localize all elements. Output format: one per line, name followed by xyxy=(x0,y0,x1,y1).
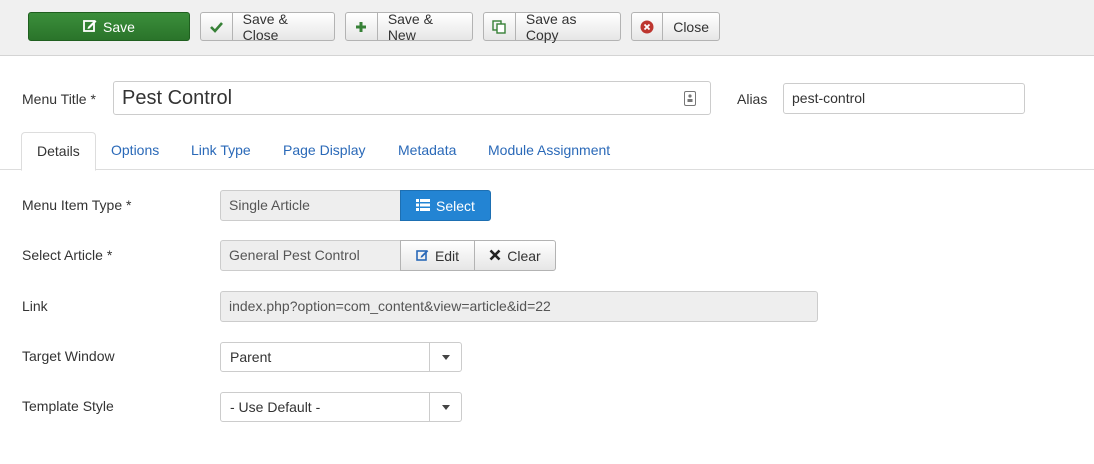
caret-down-icon xyxy=(429,343,461,371)
link-label: Link xyxy=(22,298,48,314)
caret-down-icon xyxy=(429,393,461,421)
select-button[interactable]: Select xyxy=(400,190,491,221)
tab-page-display-label: Page Display xyxy=(283,142,366,158)
alias-value: pest-control xyxy=(792,90,866,106)
id-card-icon xyxy=(684,91,696,106)
menu-title-value: Pest Control xyxy=(122,87,233,109)
save-label: Save xyxy=(103,18,135,35)
clear-button[interactable]: Clear xyxy=(474,240,556,271)
tab-options-label: Options xyxy=(111,142,160,158)
close-button[interactable]: Close xyxy=(631,12,720,41)
close-circle-icon xyxy=(632,13,664,40)
menu-item-type-value: Single Article xyxy=(229,197,310,213)
plus-icon xyxy=(346,13,378,40)
select-article-field: General Pest Control xyxy=(220,240,401,271)
tab-metadata-label: Metadata xyxy=(398,142,457,158)
tab-bar: Details Options Link Type Page Display M… xyxy=(0,132,1094,171)
tab-details[interactable]: Details xyxy=(21,132,96,171)
close-label: Close xyxy=(673,18,709,35)
x-icon xyxy=(489,248,501,264)
save-as-copy-label: Save as Copy xyxy=(525,10,577,43)
link-field: index.php?option=com_content&view=articl… xyxy=(220,291,818,322)
template-style-label: Template Style xyxy=(22,398,114,414)
select-article-value: General Pest Control xyxy=(229,247,360,263)
tab-module-assignment[interactable]: Module Assignment xyxy=(473,132,625,170)
edit-button[interactable]: Edit xyxy=(400,240,475,271)
template-style-select[interactable]: - Use Default - xyxy=(220,392,462,422)
target-window-label: Target Window xyxy=(22,348,115,364)
clear-button-label: Clear xyxy=(507,247,541,264)
menu-item-type-label: Menu Item Type * xyxy=(22,197,132,213)
select-button-label: Select xyxy=(436,197,475,214)
target-window-value: Parent xyxy=(230,349,272,365)
save-close-label: Save & Close xyxy=(242,10,288,43)
tab-module-assignment-label: Module Assignment xyxy=(488,142,611,158)
edit-icon xyxy=(416,248,429,264)
alias-label: Alias xyxy=(737,91,768,107)
tab-page-display[interactable]: Page Display xyxy=(268,132,381,170)
alias-input[interactable]: pest-control xyxy=(783,83,1025,114)
list-icon xyxy=(416,198,431,214)
target-window-select[interactable]: Parent xyxy=(220,342,462,372)
link-value: index.php?option=com_content&view=articl… xyxy=(229,298,551,314)
tab-options[interactable]: Options xyxy=(96,132,174,170)
tab-metadata[interactable]: Metadata xyxy=(383,132,471,170)
toolbar: Save Save & Close Save & New Save as Cop… xyxy=(0,0,1094,56)
save-button[interactable]: Save xyxy=(28,12,190,41)
save-new-button[interactable]: Save & New xyxy=(345,10,473,43)
checkmark-icon xyxy=(201,13,233,40)
template-style-value: - Use Default - xyxy=(230,399,321,415)
menu-title-label: Menu Title * xyxy=(22,91,96,107)
save-close-button[interactable]: Save & Close xyxy=(200,10,335,43)
copy-icon xyxy=(484,13,516,40)
menu-item-type-field: Single Article xyxy=(220,190,401,221)
tab-details-label: Details xyxy=(37,143,80,159)
tab-link-type-label: Link Type xyxy=(191,142,251,158)
save-as-copy-button[interactable]: Save as Copy xyxy=(483,10,621,43)
save-new-label: Save & New xyxy=(387,10,433,43)
select-article-label: Select Article * xyxy=(22,247,113,263)
menu-title-input[interactable]: Pest Control xyxy=(113,81,711,115)
pencil-square-icon xyxy=(83,18,97,35)
edit-button-label: Edit xyxy=(434,247,460,264)
tab-link-type[interactable]: Link Type xyxy=(176,132,266,170)
